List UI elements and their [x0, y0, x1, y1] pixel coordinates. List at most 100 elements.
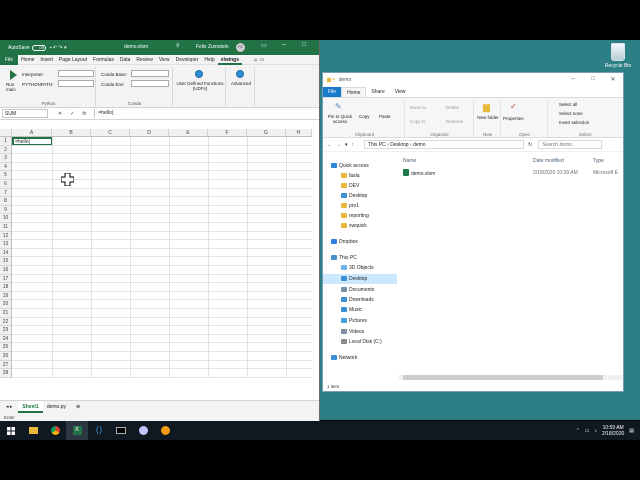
- tab-help[interactable]: Help: [201, 55, 217, 65]
- save-icon[interactable]: ▪ ↶ ↷ ▾: [50, 45, 67, 51]
- row-header[interactable]: 18: [0, 283, 12, 292]
- row-header[interactable]: 7: [0, 188, 12, 198]
- add-sheet-icon[interactable]: ⊕: [70, 404, 86, 410]
- up-icon[interactable]: ↑: [352, 142, 355, 148]
- column-header[interactable]: A: [12, 129, 52, 137]
- excel-taskbar-icon[interactable]: X: [66, 421, 88, 440]
- formula-input[interactable]: =hello(: [94, 109, 319, 118]
- select-all-corner[interactable]: [0, 129, 12, 137]
- breadcrumb-desktop[interactable]: Desktop: [390, 142, 408, 148]
- row-header[interactable]: 27: [0, 360, 12, 370]
- row-header[interactable]: 11: [0, 223, 12, 232]
- tab-review[interactable]: Review: [133, 55, 155, 65]
- sidebar-item[interactable]: Pictures: [323, 316, 397, 326]
- scrollbar-thumb[interactable]: [403, 375, 603, 380]
- close-icon[interactable]: ✕: [603, 76, 623, 83]
- comments-icon[interactable]: ☺ ▭: [250, 55, 267, 65]
- row-header[interactable]: 22: [0, 317, 12, 327]
- sidebar-item[interactable]: This PC: [323, 253, 397, 263]
- sidebar-item[interactable]: Downloads: [323, 295, 397, 305]
- sheet-nav-icon[interactable]: ◂ ▸: [0, 404, 18, 410]
- app-taskbar-icon[interactable]: [132, 421, 154, 440]
- explorer-taskbar-icon[interactable]: [22, 421, 44, 440]
- sublime-taskbar-icon[interactable]: [154, 421, 176, 440]
- row-header[interactable]: 28: [0, 369, 12, 378]
- name-box[interactable]: SUM: [2, 109, 48, 118]
- breadcrumb-this-pc[interactable]: This PC: [368, 142, 386, 148]
- maximize-icon[interactable]: □: [583, 76, 603, 83]
- run-icon[interactable]: [10, 70, 17, 80]
- sheet-tab-demo-py[interactable]: demo.py: [43, 401, 70, 413]
- tab-xlwings[interactable]: xlwings: [217, 55, 243, 65]
- select-none-button[interactable]: Select none: [559, 111, 583, 116]
- search-icon[interactable]: ⚲: [176, 43, 180, 49]
- breadcrumb-demo[interactable]: demo: [413, 142, 426, 148]
- network-icon[interactable]: ▭: [585, 428, 590, 434]
- run-main-button[interactable]: Run main: [6, 82, 20, 92]
- tab-view[interactable]: View: [390, 87, 411, 97]
- list-item[interactable]: demo.xlsm 2/18/2020 10:39 AM Microsoft E: [399, 169, 623, 178]
- row-header[interactable]: 8: [0, 197, 12, 206]
- column-header[interactable]: G: [247, 129, 286, 137]
- volume-icon[interactable]: ♪: [595, 428, 598, 434]
- column-type[interactable]: Type: [593, 157, 604, 165]
- sidebar-item[interactable]: DEV: [323, 181, 397, 191]
- row-header[interactable]: 26: [0, 352, 12, 361]
- sheet-tab-sheet1[interactable]: Sheet1: [18, 401, 43, 413]
- interpreter-input[interactable]: [58, 70, 94, 77]
- conda-base-input[interactable]: [131, 70, 169, 77]
- search-input[interactable]: Search demo: [538, 140, 603, 149]
- row-header[interactable]: 13: [0, 240, 12, 249]
- tab-page-layout[interactable]: Page Layout: [56, 55, 90, 65]
- row-header[interactable]: 23: [0, 326, 12, 335]
- tab-home[interactable]: Home: [18, 55, 37, 65]
- row-header[interactable]: 21: [0, 309, 12, 318]
- column-header[interactable]: E: [169, 129, 208, 137]
- tab-formulas[interactable]: Formulas: [90, 55, 117, 65]
- copy-to-button[interactable]: Copy to: [410, 119, 426, 124]
- row-header[interactable]: 16: [0, 266, 12, 275]
- tab-view[interactable]: View: [156, 55, 173, 65]
- row-header[interactable]: 3: [0, 154, 12, 163]
- row-header[interactable]: 19: [0, 291, 12, 301]
- row-header[interactable]: 4: [0, 162, 12, 172]
- udf-button[interactable]: User Defined Functions (UDFs): [176, 81, 224, 91]
- breadcrumb[interactable]: This PC › Desktop › demo: [364, 140, 525, 149]
- column-header[interactable]: H: [286, 129, 312, 137]
- column-date-modified[interactable]: Date modified: [533, 157, 564, 165]
- minimize-icon[interactable]: –: [274, 42, 294, 49]
- copy-button[interactable]: Copy: [359, 114, 370, 119]
- pythonpath-input[interactable]: [58, 80, 94, 87]
- row-header[interactable]: 1: [0, 137, 12, 146]
- row-header[interactable]: 2: [0, 145, 12, 155]
- sidebar-item[interactable]: Local Disk (C:): [323, 337, 397, 347]
- row-header[interactable]: 24: [0, 334, 12, 344]
- confirm-icon[interactable]: ✓: [70, 111, 74, 117]
- new-folder-button[interactable]: New folder: [476, 115, 500, 120]
- move-to-button[interactable]: Move to: [410, 105, 426, 110]
- sidebar-item[interactable]: pro1: [323, 201, 397, 211]
- avatar[interactable]: FZ: [236, 43, 245, 52]
- tab-data[interactable]: Data: [117, 55, 134, 65]
- function-icon[interactable]: fx: [82, 111, 86, 117]
- start-button[interactable]: [0, 421, 22, 440]
- advanced-button[interactable]: Advanced: [227, 81, 255, 86]
- column-header[interactable]: F: [208, 129, 247, 137]
- ribbon-display-icon[interactable]: ▭: [254, 42, 274, 49]
- row-header[interactable]: 15: [0, 257, 12, 266]
- tray-chevron-icon[interactable]: ⌃: [576, 428, 580, 434]
- row-header[interactable]: 10: [0, 214, 12, 223]
- rename-button[interactable]: Rename: [446, 119, 463, 124]
- row-header[interactable]: 12: [0, 231, 12, 241]
- pin-quick-access-button[interactable]: Pin to Quick access: [326, 114, 354, 124]
- invert-selection-button[interactable]: Invert selection: [559, 120, 589, 125]
- paste-button[interactable]: Paste: [379, 114, 391, 119]
- sidebar-item[interactable]: reporting: [323, 211, 397, 221]
- chrome-taskbar-icon[interactable]: [44, 421, 66, 440]
- tab-file[interactable]: File: [0, 54, 19, 65]
- sidebar-item[interactable]: Desktop: [323, 274, 397, 284]
- minimize-icon[interactable]: –: [563, 76, 583, 83]
- terminal-taskbar-icon[interactable]: [110, 421, 132, 440]
- cancel-icon[interactable]: ✕: [58, 111, 62, 117]
- row-header[interactable]: 6: [0, 180, 12, 189]
